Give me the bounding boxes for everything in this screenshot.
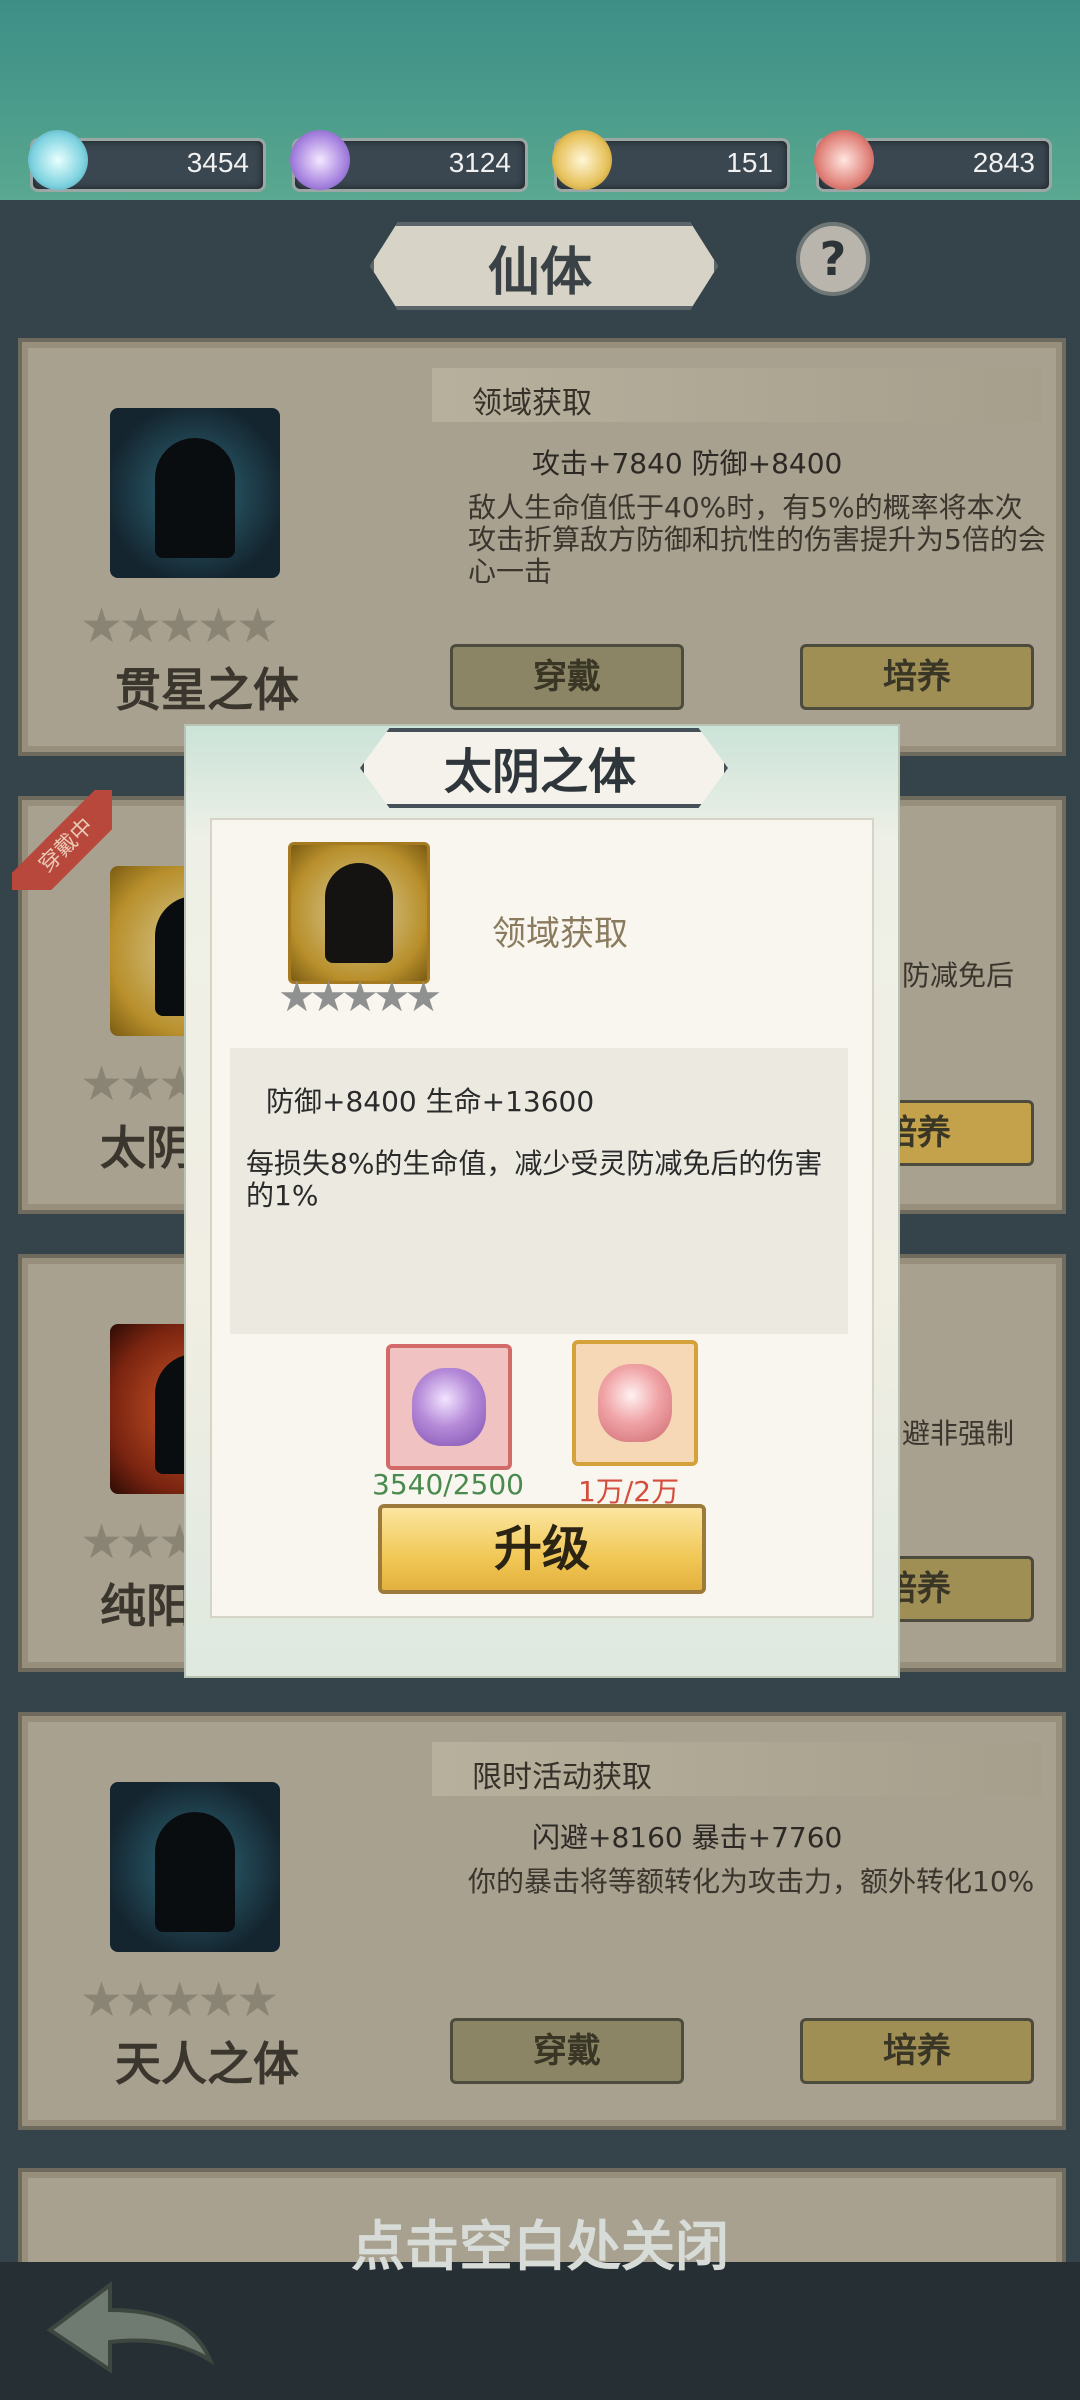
resource-value: 2843 [972, 147, 1035, 178]
gold-gourd-icon [552, 130, 612, 190]
card-source-header: 限时活动获取 [432, 1742, 1042, 1796]
dialog-stats: 防御+8400 生命+13600 [266, 1085, 595, 1118]
body-card: 领域获取 攻击+7840 防御+8400 敌人生命值低于40%时，有5%的概率将… [18, 338, 1066, 756]
train-button[interactable]: 培养 [800, 2018, 1034, 2084]
material-cost-1: 3540/2500 [372, 1468, 524, 1501]
card-stats: 闪避+8160 暴击+7760 [532, 1821, 843, 1854]
dialog-star-rating: ★★★★★ [278, 972, 442, 1021]
card-description: 防减免后 [902, 959, 1015, 992]
purple-pouch-icon [412, 1368, 486, 1446]
help-button[interactable]: ? [796, 222, 870, 296]
card-description: 敌人生命值低于40%时，有5%的概率将本次攻击折算敌方防御和抗性的伤害提升为5倍… [468, 491, 1046, 588]
card-name: 天人之体 [115, 2037, 299, 2091]
red-gourd-icon [814, 130, 874, 190]
equip-button[interactable]: 穿戴 [450, 644, 684, 710]
purple-gourd-icon [290, 130, 350, 190]
pink-jade-icon [598, 1364, 672, 1442]
card-name: 贯星之体 [115, 663, 299, 717]
card-stats: 攻击+7840 防御+8400 [532, 447, 843, 480]
dialog-source: 领域获取 [492, 914, 628, 954]
resource-value: 151 [726, 147, 773, 178]
card-source: 领域获取 [472, 386, 592, 421]
card-description: 避非强制 [902, 1417, 1015, 1450]
back-arrow-icon[interactable] [40, 2270, 240, 2390]
card-description: 你的暴击将等额转化为攻击力，额外转化10% [468, 1865, 1035, 1898]
dialog-title: 太阴之体 [443, 744, 636, 800]
equipped-badge: 穿戴中 [12, 790, 112, 890]
body-card: 限时活动获取 闪避+8160 暴击+7760 你的暴击将等额转化为攻击力，额外转… [18, 1712, 1066, 2130]
pink-jade-item[interactable] [572, 1340, 698, 1466]
dialog-portrait [288, 842, 430, 984]
resource-value: 3124 [448, 147, 511, 178]
equip-button[interactable]: 穿戴 [450, 2018, 684, 2084]
body-portrait [110, 1782, 280, 1952]
star-rating: ★★★★★ [80, 1972, 279, 2028]
page-title: 仙体 [487, 242, 592, 303]
cyan-gourd-icon [28, 130, 88, 190]
card-source: 限时活动获取 [472, 1760, 652, 1795]
train-button[interactable]: 培养 [800, 644, 1034, 710]
dialog-description: 每损失8%的生命值，减少受灵防减免后的伤害的1% [246, 1147, 823, 1212]
body-portrait [110, 408, 280, 578]
equipped-badge-label: 穿戴中 [12, 790, 112, 890]
purple-pouch-item[interactable] [386, 1344, 512, 1470]
resource-value: 3454 [186, 147, 249, 178]
star-rating: ★★★★★ [80, 598, 279, 654]
card-source-header: 领域获取 [432, 368, 1042, 422]
upgrade-button[interactable]: 升级 [378, 1504, 706, 1594]
